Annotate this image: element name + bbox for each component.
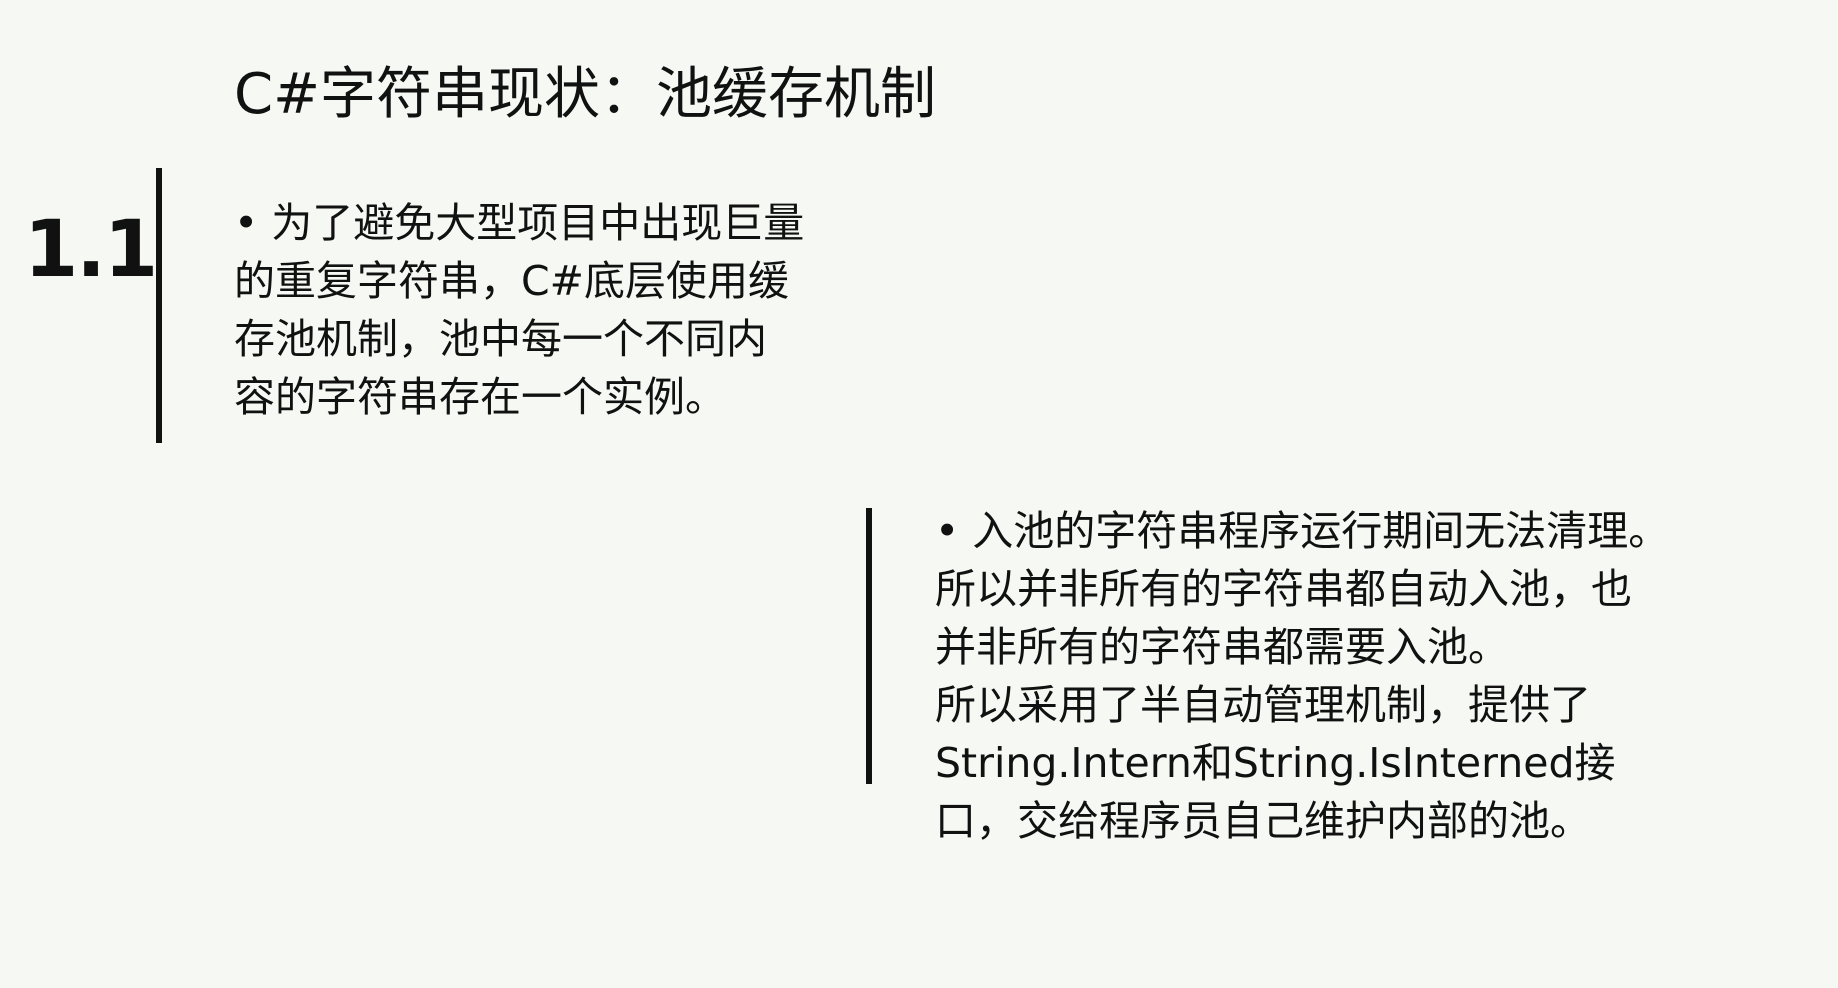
text-line: • 为了避免大型项目中出现巨量 — [234, 199, 805, 247]
text-line: 存池机制，池中每一个不同内 — [234, 315, 767, 363]
text-line: String.Intern和String.IsInterned接 — [935, 739, 1616, 787]
text-line: 口，交给程序员自己维护内部的池。 — [935, 797, 1591, 845]
text-line: 所以并非所有的字符串都自动入池，也 — [935, 565, 1632, 613]
text-line: 所以采用了半自动管理机制，提供了 — [935, 681, 1591, 729]
slide: C#字符串现状：池缓存机制 1.1 • 为了避免大型项目中出现巨量 的重复字符串… — [0, 0, 1838, 988]
slide-title: C#字符串现状：池缓存机制 — [234, 62, 937, 127]
bullet-block-intern-api: • 入池的字符串程序运行期间无法清理。 所以并非所有的字符串都自动入池，也 并非… — [935, 502, 1815, 850]
vertical-divider-left — [156, 168, 162, 443]
text-line: 容的字符串存在一个实例。 — [234, 373, 726, 421]
text-line: 的重复字符串，C#底层使用缓 — [234, 257, 789, 305]
bullet-block-string-pool: • 为了避免大型项目中出现巨量 的重复字符串，C#底层使用缓 存池机制，池中每一… — [234, 194, 874, 426]
text-line: 并非所有的字符串都需要入池。 — [935, 623, 1509, 671]
vertical-divider-right — [866, 508, 872, 784]
section-number: 1.1 — [24, 205, 158, 295]
text-line: • 入池的字符串程序运行期间无法清理。 — [935, 507, 1670, 555]
